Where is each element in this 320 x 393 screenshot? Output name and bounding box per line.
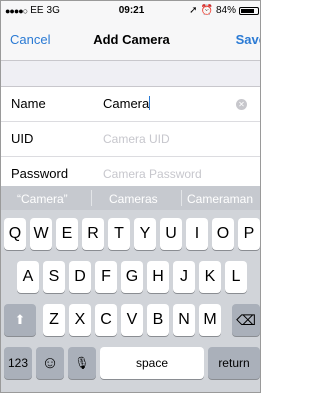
microphone-key[interactable]: 🎙 [68, 347, 96, 379]
key-k[interactable]: K [199, 261, 221, 293]
key-t[interactable]: T [108, 218, 130, 250]
emoji-icon: ☺ [41, 353, 59, 372]
shift-icon: ⬆ [14, 312, 26, 327]
key-a[interactable]: A [17, 261, 39, 293]
name-value: Camera [103, 96, 150, 111]
delete-key[interactable]: ⌫ [232, 304, 260, 336]
emoji-key[interactable]: ☺ [36, 347, 64, 379]
save-button[interactable]: Save [236, 32, 260, 47]
key-r[interactable]: R [82, 218, 104, 250]
clear-text-icon[interactable]: ✕ [236, 99, 247, 110]
key-w[interactable]: W [30, 218, 52, 250]
navigation-bar: Cancel Add Camera Save [1, 21, 260, 61]
suggestion-divider [181, 190, 182, 206]
key-e[interactable]: E [56, 218, 78, 250]
phone-screen: ●●●●○ EE 3G 09:21 ➚ ⏰ 84% Cancel Add Cam… [0, 0, 261, 393]
key-h[interactable]: H [147, 261, 169, 293]
name-row[interactable]: Name Camera ✕ [1, 87, 260, 122]
key-u[interactable]: U [160, 218, 182, 250]
battery-icon [239, 6, 259, 15]
key-s[interactable]: S [43, 261, 65, 293]
key-q[interactable]: Q [4, 218, 26, 250]
name-field[interactable]: Camera [103, 96, 151, 111]
camera-form: Name Camera ✕ UID Camera UID Password Ca… [1, 86, 260, 192]
location-icon: ➚ [189, 5, 198, 16]
key-m[interactable]: M [199, 304, 221, 336]
key-v[interactable]: V [121, 304, 143, 336]
shift-key[interactable]: ⬆ [4, 304, 36, 336]
uid-field[interactable]: Camera UID [103, 132, 170, 146]
key-p[interactable]: P [238, 218, 260, 250]
key-l[interactable]: L [225, 261, 247, 293]
space-key[interactable]: space [100, 347, 204, 379]
delete-icon: ⌫ [236, 312, 256, 328]
battery-percent: 84% [215, 5, 236, 16]
page-title: Add Camera [93, 32, 170, 47]
status-bar: ●●●●○ EE 3G 09:21 ➚ ⏰ 84% [1, 1, 260, 21]
key-f[interactable]: F [95, 261, 117, 293]
key-b[interactable]: B [147, 304, 169, 336]
key-d[interactable]: D [69, 261, 91, 293]
text-cursor [149, 96, 151, 110]
key-o[interactable]: O [212, 218, 234, 250]
key-c[interactable]: C [95, 304, 117, 336]
password-field[interactable]: Camera Password [103, 167, 202, 181]
key-y[interactable]: Y [134, 218, 156, 250]
suggestion-bar: “Camera” Cameras Cameraman [1, 186, 260, 210]
password-label: Password [11, 166, 69, 181]
key-j[interactable]: J [173, 261, 195, 293]
key-n[interactable]: N [173, 304, 195, 336]
status-right: ➚ ⏰ 84% [189, 5, 259, 16]
numbers-key[interactable]: 123 [4, 347, 32, 379]
suggestion-item[interactable]: Cameraman [187, 192, 253, 206]
uid-label: UID [11, 131, 34, 146]
keyboard: “Camera” Cameras Cameraman Q W E R T Y U… [1, 186, 260, 392]
suggestion-divider [91, 190, 92, 206]
battery-fill [241, 8, 254, 13]
alarm-icon: ⏰ [200, 5, 213, 16]
uid-row[interactable]: UID Camera UID [1, 122, 260, 157]
key-x[interactable]: X [69, 304, 91, 336]
suggestion-item[interactable]: Cameras [109, 192, 158, 206]
name-label: Name [11, 96, 46, 111]
key-z[interactable]: Z [43, 304, 65, 336]
return-key[interactable]: return [208, 347, 260, 379]
key-i[interactable]: I [186, 218, 208, 250]
microphone-icon: 🎙 [74, 356, 90, 370]
suggestion-item[interactable]: “Camera” [17, 192, 68, 206]
key-g[interactable]: G [121, 261, 143, 293]
